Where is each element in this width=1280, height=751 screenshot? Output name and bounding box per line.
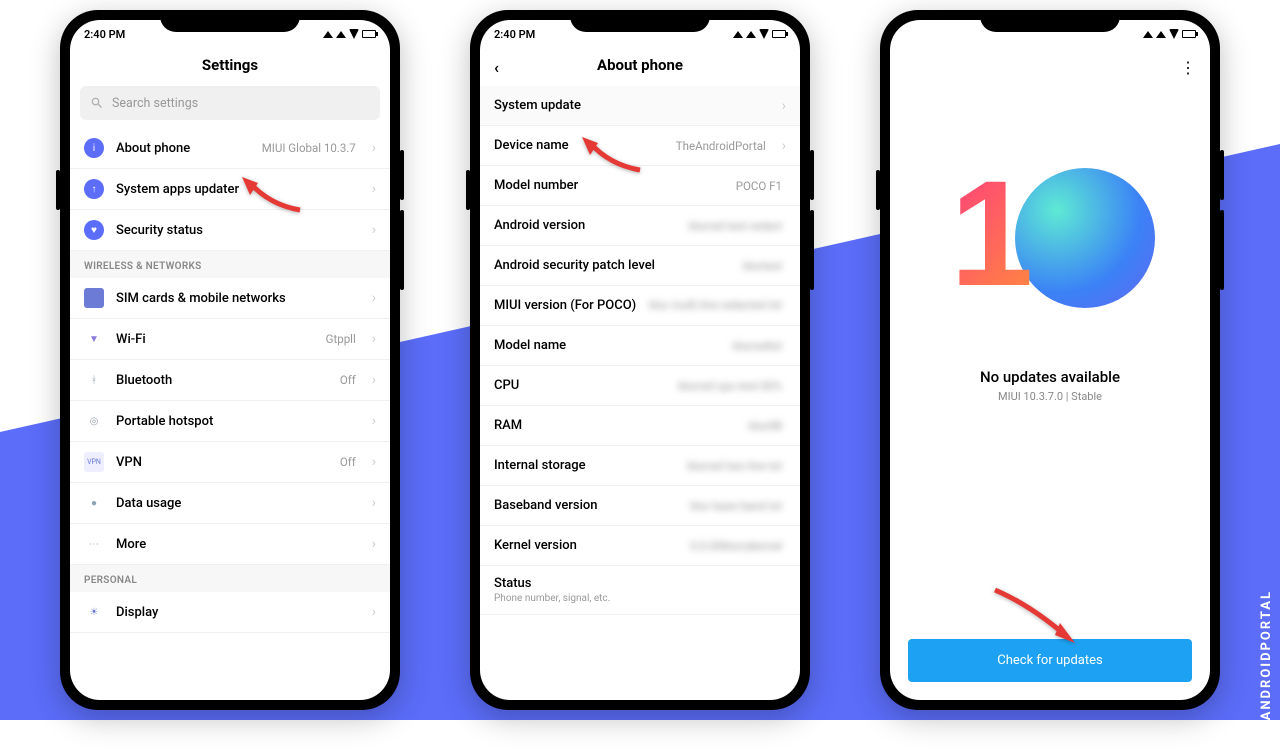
phone-frame-3: ⋮ 1 No updates available MIUI 10.3.7.0 |… — [880, 10, 1220, 710]
row-storage[interactable]: Internal storage blurred two line txt — [480, 446, 800, 486]
page-title: Settings — [70, 48, 390, 86]
chevron-right-icon: › — [372, 290, 376, 306]
wifi-icon — [349, 29, 359, 39]
miui-logo: 1 — [935, 158, 1165, 328]
row-sim[interactable]: SIM cards & mobile networks › — [70, 278, 390, 319]
vpn-icon: VPN — [84, 452, 104, 472]
page-title: About phone — [597, 56, 683, 74]
info-icon: i — [84, 138, 104, 158]
search-placeholder: Search settings — [112, 96, 198, 111]
update-version: MIUI 10.3.7.0 | Stable — [998, 390, 1102, 403]
row-model-number[interactable]: Model number POCO F1 — [480, 166, 800, 206]
chevron-right-icon: › — [372, 536, 376, 552]
chevron-right-icon: › — [782, 138, 786, 154]
data-icon: ● — [84, 493, 104, 513]
row-status[interactable]: Status Phone number, signal, etc. — [480, 566, 800, 615]
row-kernel[interactable]: Kernel version 0.0.00blurrykernel — [480, 526, 800, 566]
status-bar: 2:40 PM — [480, 20, 800, 48]
section-personal: PERSONAL — [70, 565, 390, 592]
row-bluetooth[interactable]: ᚼ Bluetooth Off › — [70, 360, 390, 401]
display-icon: ☀ — [84, 602, 104, 622]
chevron-right-icon: › — [372, 140, 376, 156]
signal-icon — [1156, 31, 1166, 38]
row-cpu[interactable]: CPU blurred cpu text 00% — [480, 366, 800, 406]
row-hotspot[interactable]: ◎ Portable hotspot › — [70, 401, 390, 442]
chevron-right-icon: › — [782, 98, 786, 114]
row-vpn[interactable]: VPN VPN Off › — [70, 442, 390, 483]
chevron-right-icon: › — [372, 413, 376, 429]
row-baseband[interactable]: Baseband version blur base band txt — [480, 486, 800, 526]
signal-icon — [323, 31, 333, 38]
row-wifi[interactable]: ▼ Wi-Fi Gtppll › — [70, 319, 390, 360]
phone-frame-1: 2:40 PM Settings Search settings i About… — [60, 10, 400, 710]
row-device-name[interactable]: Device name TheAndroidPortal › — [480, 126, 800, 166]
status-bar: 2:40 PM — [70, 20, 390, 48]
chevron-right-icon: › — [372, 372, 376, 388]
chevron-right-icon: › — [372, 222, 376, 238]
signal-icon — [1143, 31, 1153, 38]
search-input[interactable]: Search settings — [80, 86, 380, 120]
chevron-right-icon: › — [372, 331, 376, 347]
row-about-phone[interactable]: i About phone MIUI Global 10.3.7 › — [70, 128, 390, 169]
row-ram[interactable]: RAM blur0B — [480, 406, 800, 446]
update-status: No updates available — [980, 368, 1120, 386]
more-menu-button[interactable]: ⋮ — [1180, 58, 1196, 77]
chevron-right-icon: › — [372, 495, 376, 511]
row-miui-version[interactable]: MIUI version (For POCO) blur multi line … — [480, 286, 800, 326]
battery-icon — [1182, 30, 1196, 38]
chevron-right-icon: › — [372, 604, 376, 620]
row-model-name[interactable]: Model name blurredtxt — [480, 326, 800, 366]
battery-icon — [362, 30, 376, 38]
battery-icon — [772, 30, 786, 38]
wifi-icon: ▼ — [84, 329, 104, 349]
sim-icon — [84, 288, 104, 308]
chevron-right-icon: › — [372, 454, 376, 470]
row-more[interactable]: ⋯ More › — [70, 524, 390, 565]
row-display[interactable]: ☀ Display › — [70, 592, 390, 633]
row-system-apps-updater[interactable]: ↑ System apps updater › — [70, 169, 390, 210]
shield-icon: ♥ — [84, 220, 104, 240]
section-wireless: WIRELESS & NETWORKS — [70, 251, 390, 278]
row-security-patch[interactable]: Android security patch level blurtext — [480, 246, 800, 286]
wifi-icon — [759, 29, 769, 39]
row-security-status[interactable]: ♥ Security status › — [70, 210, 390, 251]
status-bar — [890, 20, 1210, 48]
phone-frame-2: 2:40 PM ‹ About phone System update › De… — [470, 10, 810, 710]
row-data-usage[interactable]: ● Data usage › — [70, 483, 390, 524]
signal-icon — [733, 31, 743, 38]
more-icon: ⋯ — [84, 534, 104, 554]
update-icon: ↑ — [84, 179, 104, 199]
chevron-right-icon: › — [372, 181, 376, 197]
search-icon — [90, 96, 104, 110]
signal-icon — [336, 31, 346, 38]
back-button[interactable]: ‹ — [494, 58, 499, 77]
bluetooth-icon: ᚼ — [84, 370, 104, 390]
hotspot-icon: ◎ — [84, 411, 104, 431]
row-android-version[interactable]: Android version blurred text redact — [480, 206, 800, 246]
wifi-icon — [1169, 29, 1179, 39]
status-time: 2:40 PM — [84, 28, 125, 41]
status-time: 2:40 PM — [494, 28, 535, 41]
signal-icon — [746, 31, 756, 38]
row-system-update[interactable]: System update › — [480, 86, 800, 126]
check-updates-button[interactable]: Check for updates — [908, 639, 1192, 682]
